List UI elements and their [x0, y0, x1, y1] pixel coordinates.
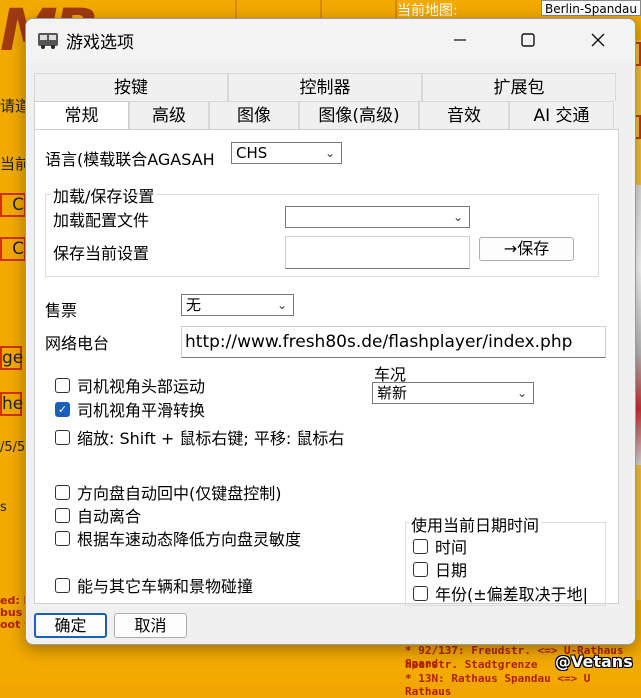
checkbox-label: 能与其它车辆和景物碰撞: [77, 577, 254, 596]
speed-sensitivity-checkbox[interactable]: 根据车速动态降低方向盘灵敏度: [55, 526, 301, 550]
radio-url-input[interactable]: http://www.fresh80s.de/flashplayer/index…: [181, 326, 606, 358]
ok-button[interactable]: 确定: [34, 613, 107, 638]
close-button[interactable]: [576, 25, 620, 55]
collision-checkbox[interactable]: 能与其它车辆和景物碰撞: [55, 573, 253, 597]
save-name-input[interactable]: [285, 236, 470, 269]
language-value: CHS: [236, 144, 268, 162]
vehicle-condition-value: 崭新: [377, 384, 408, 402]
radio-label: 网络电台: [45, 334, 110, 353]
minimize-button[interactable]: [438, 25, 482, 55]
checkbox-label: 司机视角平滑转换: [77, 401, 206, 420]
checkbox-label: 司机视角头部运动: [77, 377, 206, 396]
tab-addons[interactable]: 扩展包: [422, 73, 616, 101]
tab-keys[interactable]: 按键: [34, 73, 228, 101]
close-icon: [591, 33, 605, 47]
auto-center-wheel-checkbox[interactable]: 方向盘自动回中(仅键盘控制): [55, 480, 282, 504]
bg-map-label: 当前地图:: [397, 3, 458, 19]
use-time-checkbox[interactable]: 时间: [413, 534, 467, 558]
watermark: @Vetans: [555, 652, 633, 671]
head-movement-checkbox[interactable]: 司机视角头部运动: [55, 373, 205, 397]
checkbox-label: 年份(±偏差取决于地|: [435, 585, 589, 604]
checkbox-box: [55, 577, 70, 593]
checkbox-box-checked: ✓: [55, 401, 70, 417]
checkbox-box: [55, 507, 70, 523]
maximize-icon: [521, 33, 535, 47]
bg-route-line: * 13N: Rathaus Spandau <=> U Rathaus: [405, 672, 591, 698]
bus-app-icon: [38, 33, 58, 49]
tab-row-top: 按键 控制器 扩展包: [34, 73, 616, 101]
save-button[interactable]: →保存: [479, 237, 574, 261]
general-tab-panel: 语言(模载联合AGASAH CHS ⌄ 加载/保存设置 加载配置文件 ⌄ 保存当…: [34, 129, 619, 606]
date-time-group-title: 使用当前日期时间: [409, 512, 542, 536]
bg-bottom-bar: * 92/137: Freudstr. <=> U-Rathaus Spand …: [0, 644, 641, 698]
tab-row-bottom: 常规 高级 图像 图像(高级) 音效 AI 交通: [34, 101, 614, 131]
chevron-down-icon: ⌄: [516, 386, 527, 400]
checkbox-box: [55, 429, 70, 445]
dialog-title: 游戏选项: [66, 33, 134, 53]
auto-clutch-checkbox[interactable]: 自动离合: [55, 503, 141, 527]
cancel-button[interactable]: 取消: [114, 613, 187, 638]
checkbox-box: [413, 585, 428, 601]
bg-map-select[interactable]: Berlin-Spandau: [541, 0, 641, 16]
save-current-label: 保存当前设置: [53, 244, 150, 263]
bg-side-button[interactable]: ge: [0, 346, 23, 370]
checkbox-label: 自动离合: [77, 507, 142, 526]
checkbox-box: [413, 561, 428, 577]
language-label: 语言(模载联合AGASAH: [45, 150, 215, 169]
bg-side-text: /5/5: [0, 440, 26, 455]
maximize-button[interactable]: [506, 25, 550, 55]
ticket-select[interactable]: 无 ⌄: [181, 294, 294, 316]
tab-graphics-advanced[interactable]: 图像(高级): [299, 101, 419, 129]
chevron-down-icon: ⌄: [452, 210, 463, 224]
title-bar[interactable]: 游戏选项: [26, 19, 635, 61]
bg-side-text: s: [0, 500, 7, 515]
tab-advanced[interactable]: 高级: [129, 101, 209, 129]
checkbox-box: [413, 538, 428, 554]
tab-sound[interactable]: 音效: [419, 101, 509, 129]
tab-ai-traffic[interactable]: AI 交通: [509, 101, 614, 129]
checkbox-label: 时间: [435, 538, 468, 557]
bg-side-button[interactable]: C: [0, 193, 26, 217]
ticket-label: 售票: [45, 301, 78, 320]
checkbox-label: 根据车速动态降低方向盘灵敏度: [77, 530, 302, 549]
use-year-checkbox[interactable]: 年份(±偏差取决于地|: [413, 581, 603, 605]
load-profile-select[interactable]: ⌄: [285, 206, 470, 228]
load-profile-label: 加载配置文件: [53, 211, 150, 230]
use-date-checkbox[interactable]: 日期: [413, 557, 467, 581]
tab-graphics[interactable]: 图像: [209, 101, 299, 129]
ticket-value: 无: [186, 296, 202, 314]
minimize-icon: [454, 39, 466, 41]
tab-general[interactable]: 常规: [34, 101, 129, 131]
vehicle-condition-select[interactable]: 崭新 ⌄: [372, 382, 534, 404]
smooth-transition-checkbox[interactable]: ✓ 司机视角平滑转换: [55, 397, 205, 421]
chevron-down-icon: ⌄: [324, 146, 335, 160]
zoom-pan-checkbox[interactable]: 缩放: Shift + 鼠标右键; 平移: 鼠标右: [55, 425, 344, 449]
checkbox-box: [55, 530, 70, 546]
chevron-down-icon: ⌄: [276, 298, 287, 312]
checkbox-box: [55, 377, 70, 393]
load-save-group-title: 加载/保存设置: [51, 183, 157, 207]
bg-route-line: Heerstr. Stadtgrenze: [405, 658, 538, 671]
tab-controllers[interactable]: 控制器: [228, 73, 422, 101]
checkbox-label: 缩放: Shift + 鼠标右键; 平移: 鼠标右: [77, 429, 345, 448]
checkbox-label: 方向盘自动回中(仅键盘控制): [77, 484, 282, 503]
game-options-dialog: 游戏选项 按键 控制器 扩展包 常规 高级 图像 图像(高级) 音效 AI 交通…: [25, 18, 636, 645]
language-select[interactable]: CHS ⌄: [231, 142, 342, 164]
bg-side-button[interactable]: C: [0, 237, 26, 261]
bg-side-button[interactable]: he: [0, 392, 23, 416]
checkbox-box: [55, 484, 70, 500]
checkbox-label: 日期: [435, 561, 468, 580]
